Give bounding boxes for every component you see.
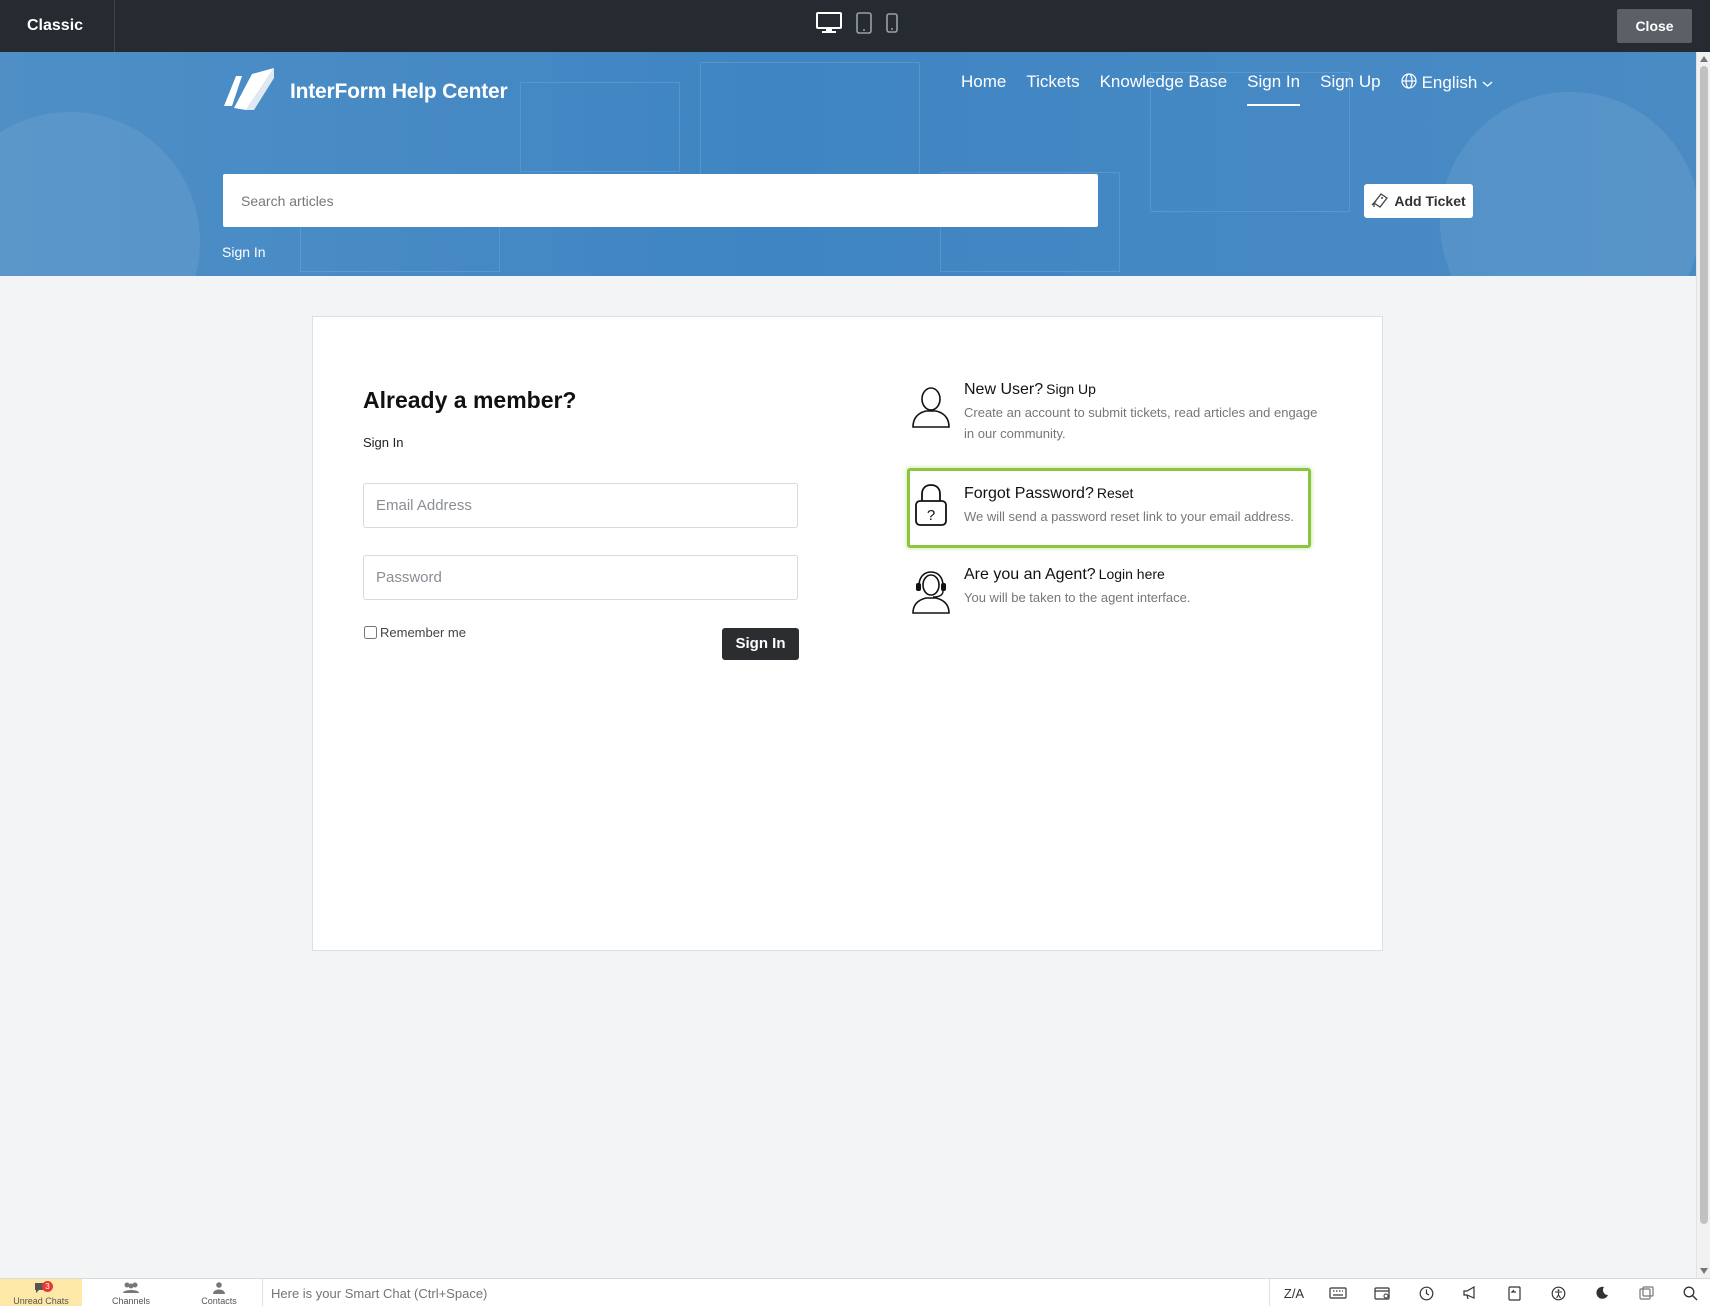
new-user-description: Create an account to submit tickets, rea…	[964, 405, 1318, 441]
desktop-icon[interactable]	[816, 12, 842, 39]
remember-me-label: Remember me	[380, 625, 466, 640]
nav-sign-up[interactable]: Sign Up	[1320, 72, 1380, 106]
users-icon	[90, 1282, 172, 1296]
mobile-icon[interactable]	[886, 13, 898, 38]
megaphone-icon[interactable]	[1448, 1279, 1492, 1306]
search-articles-input[interactable]	[223, 174, 1098, 227]
login-title: Already a member?	[363, 387, 577, 413]
forgot-password-description: We will send a password reset link to yo…	[964, 509, 1294, 524]
agent-bottom-bar: 3 Unread Chats Channels Contacts Z/A	[0, 1278, 1710, 1306]
brand[interactable]: InterForm Help Center	[222, 66, 508, 117]
preview-scrollbar[interactable]	[1696, 52, 1710, 1278]
sign-up-link[interactable]: Sign Up	[1046, 381, 1096, 397]
agent-login-link[interactable]: Login here	[1099, 566, 1165, 582]
window-icon[interactable]	[1624, 1279, 1668, 1306]
forgot-password-option: ? Forgot Password? Reset We will send a p…	[910, 483, 1329, 527]
nav-sign-in[interactable]: Sign In	[1247, 72, 1301, 106]
chat-icon	[0, 1282, 82, 1296]
transfer-icon[interactable]	[1492, 1279, 1536, 1306]
remember-me[interactable]: Remember me	[364, 625, 466, 640]
contact-icon	[178, 1282, 260, 1296]
nav-home[interactable]: Home	[961, 72, 1006, 106]
header-bg-shape	[520, 82, 680, 172]
sign-in-button[interactable]: Sign In	[722, 628, 799, 660]
add-ticket-label: Add Ticket	[1394, 193, 1466, 209]
keyboard-icon[interactable]	[1316, 1279, 1360, 1306]
nav-knowledge-base[interactable]: Knowledge Base	[1100, 72, 1228, 106]
brand-name: InterForm Help Center	[290, 79, 508, 103]
breadcrumb: Sign In	[222, 244, 266, 260]
chevron-down-icon	[1482, 73, 1493, 93]
preview-mode-label[interactable]: Classic	[0, 0, 115, 52]
svg-text:?: ?	[927, 507, 935, 524]
tab-unread-chats-label: Unread Chats	[13, 1296, 69, 1306]
language-label: English	[1421, 73, 1478, 92]
login-subtitle: Sign In	[363, 435, 404, 450]
smart-chat-input[interactable]	[262, 1279, 1270, 1306]
tablet-icon[interactable]	[856, 12, 872, 39]
translate-icon[interactable]: Z/A	[1272, 1279, 1316, 1306]
new-user-heading: New User?	[964, 381, 1044, 398]
scroll-thumb[interactable]	[1700, 66, 1708, 1224]
clock-icon[interactable]	[1404, 1279, 1448, 1306]
tab-channels-label: Channels	[111, 1296, 151, 1306]
device-switcher	[816, 12, 898, 39]
agent-option: Are you an Agent? Login here You will be …	[910, 564, 1329, 614]
ticket-icon	[1371, 192, 1389, 211]
main-nav: Home Tickets Knowledge Base Sign In Sign…	[961, 72, 1493, 106]
tab-contacts-label: Contacts	[201, 1296, 237, 1306]
signin-card: Already a member? Sign In Remember me Si…	[312, 316, 1383, 951]
add-ticket-button[interactable]: Add Ticket	[1364, 184, 1473, 218]
agent-description: You will be taken to the agent interface…	[964, 590, 1191, 605]
nav-tickets[interactable]: Tickets	[1026, 72, 1079, 106]
tab-contacts[interactable]: Contacts	[178, 1279, 260, 1306]
calendar-icon[interactable]	[1360, 1279, 1404, 1306]
remember-me-checkbox[interactable]	[364, 626, 377, 639]
portal-header: InterForm Help Center Home Tickets Knowl…	[0, 52, 1696, 276]
header-bg-shape	[0, 112, 200, 276]
header-bg-shape	[1440, 92, 1696, 276]
close-preview-button[interactable]: Close	[1617, 9, 1692, 43]
agent-heading: Are you an Agent?	[964, 566, 1096, 583]
search-icon[interactable]	[1668, 1279, 1710, 1306]
preview-toolbar: Classic Close	[0, 0, 1710, 52]
interform-logo-icon	[222, 66, 276, 117]
password-field[interactable]	[363, 555, 798, 600]
tab-channels[interactable]: Channels	[90, 1279, 172, 1306]
forgot-password-heading: Forgot Password?	[964, 485, 1094, 502]
scroll-up-icon[interactable]	[1700, 56, 1708, 62]
bottom-toolbar-icons: Z/A	[1272, 1279, 1710, 1306]
unread-badge: 3	[42, 1281, 53, 1292]
tab-unread-chats[interactable]: 3 Unread Chats	[0, 1279, 82, 1306]
dark-mode-icon[interactable]	[1580, 1279, 1624, 1306]
lock-question-icon: ?	[910, 483, 952, 527]
scroll-down-icon[interactable]	[1700, 1268, 1708, 1274]
email-field[interactable]	[363, 483, 798, 528]
new-user-option: New User? Sign Up Create an account to su…	[910, 379, 1329, 444]
portal-preview-frame: InterForm Help Center Home Tickets Knowl…	[0, 52, 1696, 1278]
user-icon	[910, 385, 952, 429]
globe-icon	[1400, 72, 1417, 94]
headset-agent-icon	[910, 570, 952, 614]
accessibility-icon[interactable]	[1536, 1279, 1580, 1306]
reset-link[interactable]: Reset	[1097, 485, 1134, 501]
language-selector[interactable]: English	[1400, 72, 1494, 106]
